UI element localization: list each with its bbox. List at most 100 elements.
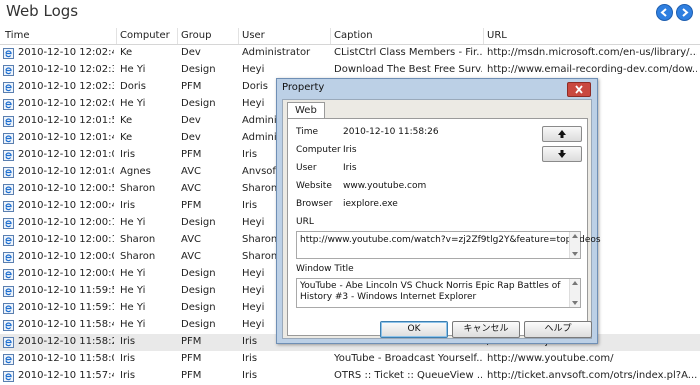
column-header-time[interactable]: Time xyxy=(5,30,29,41)
ie-page-icon xyxy=(3,252,14,263)
cell-computer: Doris xyxy=(120,81,146,92)
next-record-button[interactable] xyxy=(542,146,582,162)
window-title-field[interactable]: YouTube - Abe Lincoln VS Chuck Norris Ep… xyxy=(296,278,581,308)
cell-caption: Download The Best Free Surv... xyxy=(334,64,482,75)
previous-record-button[interactable] xyxy=(542,126,582,142)
cell-time: 2010-12-10 12:01:02 xyxy=(18,166,114,177)
cell-group: AVC xyxy=(181,251,202,262)
ie-page-icon xyxy=(3,65,14,76)
title-bar: Web Logs xyxy=(0,0,700,26)
cell-computer: Iris xyxy=(120,370,136,381)
cell-time: 2010-12-10 12:01:57 xyxy=(18,115,114,126)
cell-computer: Agnes xyxy=(120,166,151,177)
cell-time: 2010-12-10 12:00:14 xyxy=(18,217,114,228)
cell-user: Administrator xyxy=(242,47,311,58)
ok-button[interactable]: OK xyxy=(380,321,448,338)
cell-time: 2010-12-10 11:58:06 xyxy=(18,353,114,364)
dialog-title: Property xyxy=(282,82,325,93)
column-header-user[interactable]: User xyxy=(242,30,265,41)
cell-group: Design xyxy=(181,217,216,228)
cell-group: Design xyxy=(181,98,216,109)
cell-caption: CListCtrl Class Members - Fir... xyxy=(334,47,482,58)
url-label: URL xyxy=(296,217,314,227)
back-button[interactable] xyxy=(656,4,673,21)
url-scrollbar[interactable] xyxy=(569,232,580,258)
cell-computer: Sharon xyxy=(120,234,156,245)
cell-time: 2010-12-10 12:02:37 xyxy=(18,64,114,75)
ie-page-icon xyxy=(3,218,14,229)
arrow-up-icon xyxy=(558,130,566,138)
cell-time: 2010-12-10 11:58:46 xyxy=(18,319,114,330)
scroll-up-icon[interactable] xyxy=(572,281,578,285)
cell-computer: Iris xyxy=(120,336,136,347)
url-field[interactable]: http://www.youtube.com/watch?v=zj2Zf9tlg… xyxy=(296,231,601,259)
cell-group: AVC xyxy=(181,183,202,194)
cell-time: 2010-12-10 11:59:52 xyxy=(18,285,114,296)
time-label: Time xyxy=(296,127,319,137)
cell-computer: Iris xyxy=(120,200,136,211)
column-header-computer[interactable]: Computer xyxy=(120,30,170,41)
scroll-up-icon[interactable] xyxy=(572,234,578,238)
column-divider[interactable] xyxy=(330,28,331,44)
window-title-scrollbar[interactable] xyxy=(569,279,580,307)
user-value: Iris xyxy=(343,163,357,173)
property-dialog: Property Web Time 2010-12-10 11:58:26 Co… xyxy=(276,78,601,344)
cell-caption: OTRS :: Ticket :: QueueView ... xyxy=(334,370,482,381)
url-field-text: http://www.youtube.com/watch?v=zj2Zf9tlg… xyxy=(300,235,601,245)
help-button[interactable]: ヘルプ xyxy=(524,321,592,338)
cell-url: http://www.email-recording-dev.com/dow..… xyxy=(487,64,697,75)
table-row[interactable]: 2010-12-10 12:02:41 Ke Dev Administrator CLi… xyxy=(0,45,700,62)
cell-computer: Ke xyxy=(120,47,133,58)
page-title: Web Logs xyxy=(6,2,79,20)
user-label: User xyxy=(296,163,317,173)
ie-page-icon xyxy=(3,320,14,331)
website-value: www.youtube.com xyxy=(343,181,427,191)
ie-page-icon xyxy=(3,133,14,144)
cell-time: 2010-12-10 12:02:41 xyxy=(18,47,114,58)
cell-group: AVC xyxy=(181,234,202,245)
scroll-down-icon[interactable] xyxy=(572,301,578,305)
column-divider[interactable] xyxy=(483,28,484,44)
cell-time: 2010-12-10 12:00:03 xyxy=(18,268,114,279)
forward-button[interactable] xyxy=(676,4,693,21)
cancel-button[interactable]: キャンセル xyxy=(452,321,520,338)
cell-group: PFM xyxy=(181,149,202,160)
cell-computer: Iris xyxy=(120,149,136,160)
cell-time: 2010-12-10 12:01:08 xyxy=(18,149,114,160)
cell-time: 2010-12-10 12:00:04 xyxy=(18,251,114,262)
column-divider[interactable] xyxy=(238,28,239,44)
arrow-down-icon xyxy=(558,150,566,158)
cell-computer: He Yi xyxy=(120,319,146,330)
ie-page-icon xyxy=(3,354,14,365)
close-button[interactable] xyxy=(567,82,591,97)
cell-time: 2010-12-10 12:02:04 xyxy=(18,98,114,109)
cell-group: Design xyxy=(181,319,216,330)
cell-group: Design xyxy=(181,302,216,313)
cell-computer: He Yi xyxy=(120,302,146,313)
cell-group: AVC xyxy=(181,166,202,177)
table-row[interactable]: 2010-12-10 11:58:06 Iris PFM Iris YouTube - … xyxy=(0,351,700,368)
cell-computer: Ke xyxy=(120,132,133,143)
website-label: Website xyxy=(296,181,332,191)
ie-page-icon xyxy=(3,337,14,348)
table-row[interactable]: 2010-12-10 11:57:46 Iris PFM Iris OTRS :: Ti… xyxy=(0,368,700,385)
column-header-url[interactable]: URL xyxy=(487,30,507,41)
ie-page-icon xyxy=(3,286,14,297)
column-header-group[interactable]: Group xyxy=(181,30,211,41)
column-divider[interactable] xyxy=(116,28,117,44)
cell-user: Iris xyxy=(242,353,258,364)
table-row[interactable]: 2010-12-10 12:02:37 He Yi Design Heyi Downlo… xyxy=(0,62,700,79)
column-header-caption[interactable]: Caption xyxy=(334,30,373,41)
cell-group: Design xyxy=(181,268,216,279)
tab-web[interactable]: Web xyxy=(287,102,325,119)
time-value[interactable]: 2010-12-10 11:58:26 xyxy=(343,127,439,137)
cell-time: 2010-12-10 11:59:19 xyxy=(18,302,114,313)
arrow-left-icon xyxy=(660,8,667,17)
cell-computer: Sharon xyxy=(120,183,156,194)
column-divider[interactable] xyxy=(177,28,178,44)
list-header: Time Computer Group User Caption URL xyxy=(0,28,700,45)
scroll-down-icon[interactable] xyxy=(572,252,578,256)
cell-computer: He Yi xyxy=(120,64,146,75)
close-icon xyxy=(575,85,583,94)
window-title-text: YouTube - Abe Lincoln VS Chuck Norris Ep… xyxy=(300,281,561,302)
